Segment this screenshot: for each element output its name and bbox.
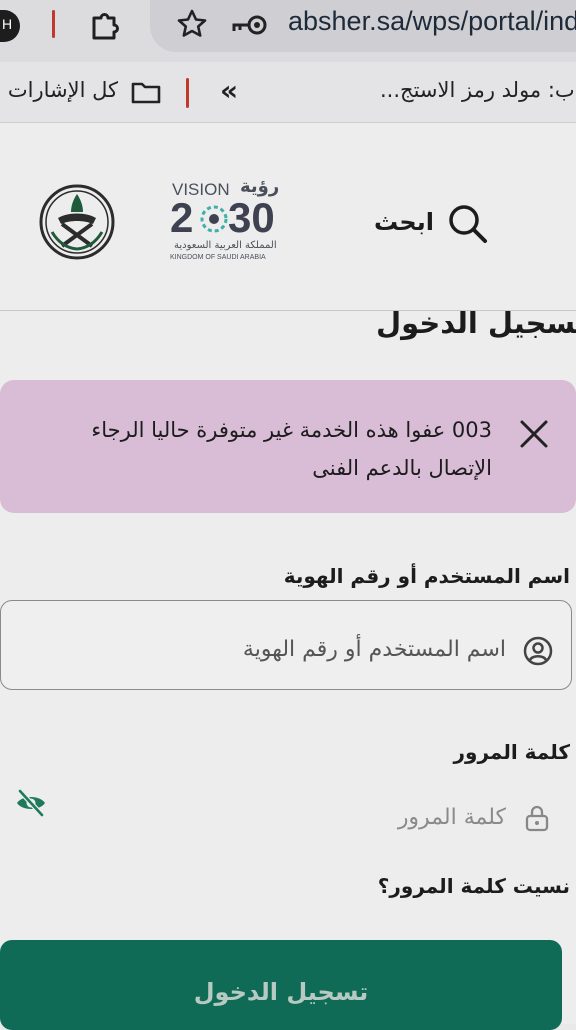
all-bookmarks-label[interactable]: كل الإشارات ا	[0, 78, 118, 102]
alert-message-line2: الإتصال بالدعم الفنى	[312, 456, 492, 480]
bookmarks-folder-icon[interactable]	[130, 80, 162, 106]
kingdom-arabic: المملكة العربية السعودية	[174, 240, 277, 251]
error-alert	[0, 380, 576, 513]
bookmarks-separator	[186, 78, 189, 108]
search-icon[interactable]	[446, 202, 488, 244]
chevron-double-icon[interactable]: «	[220, 74, 238, 107]
site-info-icon[interactable]	[230, 12, 270, 38]
login-button[interactable]: تسجيل الدخول	[0, 940, 562, 1030]
saudi-emblem-logo[interactable]	[38, 182, 116, 262]
close-icon[interactable]	[518, 418, 550, 450]
login-button-label: تسجيل الدخول	[193, 978, 369, 1006]
username-placeholder: اسم المستخدم أو رقم الهوية	[242, 637, 506, 662]
vision-year-right: 30	[228, 194, 275, 241]
search-label[interactable]: ابحث	[374, 208, 434, 236]
user-icon	[522, 635, 554, 667]
lock-icon	[524, 804, 550, 832]
password-placeholder: كلمة المرور	[397, 805, 506, 830]
url-text[interactable]: absher.sa/wps/portal/indi	[288, 6, 576, 37]
vision-palm-icon	[200, 205, 228, 233]
password-label: كلمة المرور	[453, 740, 570, 764]
tab-separator	[52, 10, 55, 38]
extensions-icon[interactable]	[88, 8, 122, 42]
vision-2030-logo[interactable]: VISION رؤية 2 30 المملكة العربية السعودي…	[166, 176, 296, 270]
alert-message-line1: 003 عفوا هذه الخدمة غير متوفرة حاليا الر…	[91, 418, 492, 442]
bookmark-item[interactable]: ب: مولد رمز الاستج...	[380, 78, 575, 102]
vision-year-left: 2	[170, 194, 194, 241]
username-label: اسم المستخدم أو رقم الهوية	[283, 564, 570, 588]
profile-letter: H	[2, 16, 13, 32]
bookmark-star-icon[interactable]	[176, 8, 208, 40]
eye-slash-icon[interactable]	[14, 788, 48, 818]
forgot-password-link[interactable]: نسيت كلمة المرور؟	[378, 874, 570, 898]
login-title: تسجيل الدخول	[376, 306, 576, 340]
kingdom-latin: KINGDOM OF SAUDI ARABIA	[170, 254, 266, 261]
